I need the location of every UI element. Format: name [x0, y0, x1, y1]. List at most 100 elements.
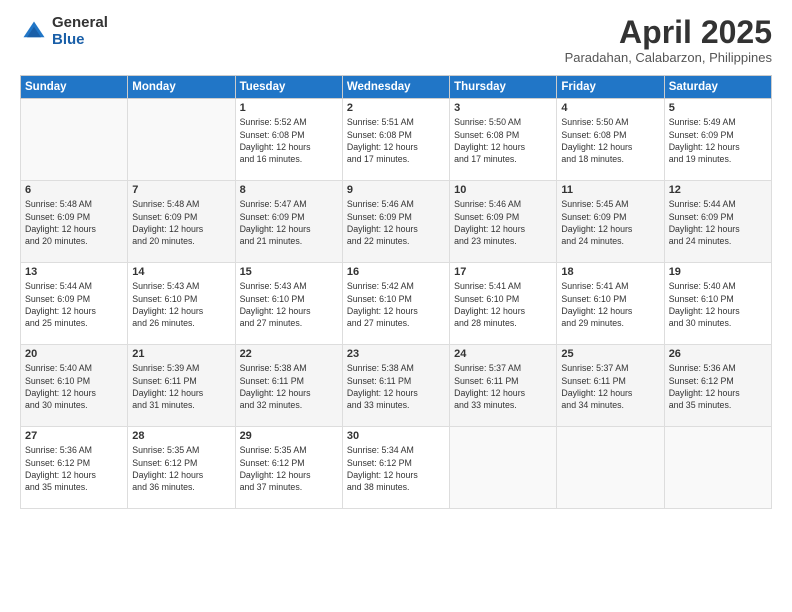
- day-info: Sunrise: 5:37 AMSunset: 6:11 PMDaylight:…: [561, 362, 659, 411]
- day-info: Sunrise: 5:46 AMSunset: 6:09 PMDaylight:…: [347, 198, 445, 247]
- day-info: Sunrise: 5:40 AMSunset: 6:10 PMDaylight:…: [25, 362, 123, 411]
- week-row-5: 27 Sunrise: 5:36 AMSunset: 6:12 PMDayligh…: [21, 427, 772, 509]
- day-info: Sunrise: 5:35 AMSunset: 6:12 PMDaylight:…: [132, 444, 230, 493]
- cell-2-7: 12 Sunrise: 5:44 AMSunset: 6:09 PMDayligh…: [664, 181, 771, 263]
- cell-2-4: 9 Sunrise: 5:46 AMSunset: 6:09 PMDaylight…: [342, 181, 449, 263]
- month-title: April 2025: [565, 15, 772, 50]
- day-info: Sunrise: 5:48 AMSunset: 6:09 PMDaylight:…: [25, 198, 123, 247]
- day-number: 2: [347, 102, 445, 114]
- day-number: 13: [25, 266, 123, 278]
- day-number: 26: [669, 348, 767, 360]
- day-number: 15: [240, 266, 338, 278]
- day-info: Sunrise: 5:49 AMSunset: 6:09 PMDaylight:…: [669, 116, 767, 165]
- day-info: Sunrise: 5:51 AMSunset: 6:08 PMDaylight:…: [347, 116, 445, 165]
- day-info: Sunrise: 5:39 AMSunset: 6:11 PMDaylight:…: [132, 362, 230, 411]
- cell-1-4: 2 Sunrise: 5:51 AMSunset: 6:08 PMDaylight…: [342, 99, 449, 181]
- location: Paradahan, Calabarzon, Philippines: [565, 50, 772, 65]
- day-number: 9: [347, 184, 445, 196]
- logo-text: General Blue: [52, 15, 108, 48]
- week-row-3: 13Sunrise: 5:44 AMSunset: 6:09 PMDayligh…: [21, 263, 772, 345]
- cell-4-2: 21 Sunrise: 5:39 AMSunset: 6:11 PMDayligh…: [128, 345, 235, 427]
- logo: General Blue: [20, 15, 108, 48]
- cell-2-5: 10 Sunrise: 5:46 AMSunset: 6:09 PMDayligh…: [450, 181, 557, 263]
- cell-3-5: 17Sunrise: 5:41 AMSunset: 6:10 PMDayligh…: [450, 263, 557, 345]
- day-info: Sunrise: 5:35 AMSunset: 6:12 PMDaylight:…: [240, 444, 338, 493]
- day-number: 20: [25, 348, 123, 360]
- day-number: 18: [561, 266, 659, 278]
- cell-4-3: 22 Sunrise: 5:38 AMSunset: 6:11 PMDayligh…: [235, 345, 342, 427]
- header: General Blue April 2025 Paradahan, Calab…: [20, 15, 772, 65]
- logo-general: General: [52, 15, 108, 32]
- day-info: Sunrise: 5:38 AMSunset: 6:11 PMDaylight:…: [240, 362, 338, 411]
- header-day-friday: Friday: [557, 76, 664, 99]
- day-number: 28: [132, 430, 230, 442]
- cell-4-7: 26 Sunrise: 5:36 AMSunset: 6:12 PMDayligh…: [664, 345, 771, 427]
- day-info: Sunrise: 5:43 AMSunset: 6:10 PMDaylight:…: [132, 280, 230, 329]
- day-number: 14: [132, 266, 230, 278]
- cell-3-6: 18Sunrise: 5:41 AMSunset: 6:10 PMDayligh…: [557, 263, 664, 345]
- day-number: 21: [132, 348, 230, 360]
- cell-3-3: 15Sunrise: 5:43 AMSunset: 6:10 PMDayligh…: [235, 263, 342, 345]
- day-number: 30: [347, 430, 445, 442]
- day-number: 4: [561, 102, 659, 114]
- day-info: Sunrise: 5:50 AMSunset: 6:08 PMDaylight:…: [561, 116, 659, 165]
- day-info: Sunrise: 5:52 AMSunset: 6:08 PMDaylight:…: [240, 116, 338, 165]
- day-number: 12: [669, 184, 767, 196]
- week-row-1: 1 Sunrise: 5:52 AMSunset: 6:08 PMDaylight…: [21, 99, 772, 181]
- week-row-2: 6 Sunrise: 5:48 AMSunset: 6:09 PMDaylight…: [21, 181, 772, 263]
- cell-5-4: 30 Sunrise: 5:34 AMSunset: 6:12 PMDayligh…: [342, 427, 449, 509]
- day-info: Sunrise: 5:40 AMSunset: 6:10 PMDaylight:…: [669, 280, 767, 329]
- cell-2-3: 8 Sunrise: 5:47 AMSunset: 6:09 PMDaylight…: [235, 181, 342, 263]
- cell-1-2: [128, 99, 235, 181]
- day-info: Sunrise: 5:34 AMSunset: 6:12 PMDaylight:…: [347, 444, 445, 493]
- cell-5-7: [664, 427, 771, 509]
- cell-1-5: 3 Sunrise: 5:50 AMSunset: 6:08 PMDaylight…: [450, 99, 557, 181]
- header-day-sunday: Sunday: [21, 76, 128, 99]
- cell-3-7: 19Sunrise: 5:40 AMSunset: 6:10 PMDayligh…: [664, 263, 771, 345]
- cell-3-1: 13Sunrise: 5:44 AMSunset: 6:09 PMDayligh…: [21, 263, 128, 345]
- header-row: SundayMondayTuesdayWednesdayThursdayFrid…: [21, 76, 772, 99]
- cell-4-5: 24 Sunrise: 5:37 AMSunset: 6:11 PMDayligh…: [450, 345, 557, 427]
- cell-5-3: 29Sunrise: 5:35 AMSunset: 6:12 PMDayligh…: [235, 427, 342, 509]
- calendar-table: SundayMondayTuesdayWednesdayThursdayFrid…: [20, 75, 772, 509]
- day-number: 6: [25, 184, 123, 196]
- day-info: Sunrise: 5:44 AMSunset: 6:09 PMDaylight:…: [669, 198, 767, 247]
- day-info: Sunrise: 5:46 AMSunset: 6:09 PMDaylight:…: [454, 198, 552, 247]
- cell-3-2: 14 Sunrise: 5:43 AMSunset: 6:10 PMDayligh…: [128, 263, 235, 345]
- day-number: 10: [454, 184, 552, 196]
- header-day-saturday: Saturday: [664, 76, 771, 99]
- cell-5-6: [557, 427, 664, 509]
- day-number: 8: [240, 184, 338, 196]
- day-info: Sunrise: 5:36 AMSunset: 6:12 PMDaylight:…: [669, 362, 767, 411]
- day-info: Sunrise: 5:50 AMSunset: 6:08 PMDaylight:…: [454, 116, 552, 165]
- day-info: Sunrise: 5:41 AMSunset: 6:10 PMDaylight:…: [454, 280, 552, 329]
- day-info: Sunrise: 5:42 AMSunset: 6:10 PMDaylight:…: [347, 280, 445, 329]
- cell-2-2: 7Sunrise: 5:48 AMSunset: 6:09 PMDaylight…: [128, 181, 235, 263]
- day-number: 7: [132, 184, 230, 196]
- cell-2-6: 11Sunrise: 5:45 AMSunset: 6:09 PMDayligh…: [557, 181, 664, 263]
- header-day-tuesday: Tuesday: [235, 76, 342, 99]
- cell-5-1: 27 Sunrise: 5:36 AMSunset: 6:12 PMDayligh…: [21, 427, 128, 509]
- cell-4-4: 23Sunrise: 5:38 AMSunset: 6:11 PMDayligh…: [342, 345, 449, 427]
- cell-3-4: 16 Sunrise: 5:42 AMSunset: 6:10 PMDayligh…: [342, 263, 449, 345]
- day-number: 24: [454, 348, 552, 360]
- logo-icon: [20, 18, 48, 46]
- day-number: 16: [347, 266, 445, 278]
- day-info: Sunrise: 5:47 AMSunset: 6:09 PMDaylight:…: [240, 198, 338, 247]
- cell-5-5: [450, 427, 557, 509]
- day-number: 1: [240, 102, 338, 114]
- cell-1-6: 4 Sunrise: 5:50 AMSunset: 6:08 PMDaylight…: [557, 99, 664, 181]
- header-day-wednesday: Wednesday: [342, 76, 449, 99]
- day-info: Sunrise: 5:37 AMSunset: 6:11 PMDaylight:…: [454, 362, 552, 411]
- day-number: 22: [240, 348, 338, 360]
- day-number: 5: [669, 102, 767, 114]
- header-day-thursday: Thursday: [450, 76, 557, 99]
- day-info: Sunrise: 5:36 AMSunset: 6:12 PMDaylight:…: [25, 444, 123, 493]
- day-number: 3: [454, 102, 552, 114]
- logo-blue: Blue: [52, 32, 108, 49]
- cell-4-6: 25 Sunrise: 5:37 AMSunset: 6:11 PMDayligh…: [557, 345, 664, 427]
- cell-2-1: 6 Sunrise: 5:48 AMSunset: 6:09 PMDaylight…: [21, 181, 128, 263]
- day-number: 25: [561, 348, 659, 360]
- day-number: 27: [25, 430, 123, 442]
- week-row-4: 20 Sunrise: 5:40 AMSunset: 6:10 PMDayligh…: [21, 345, 772, 427]
